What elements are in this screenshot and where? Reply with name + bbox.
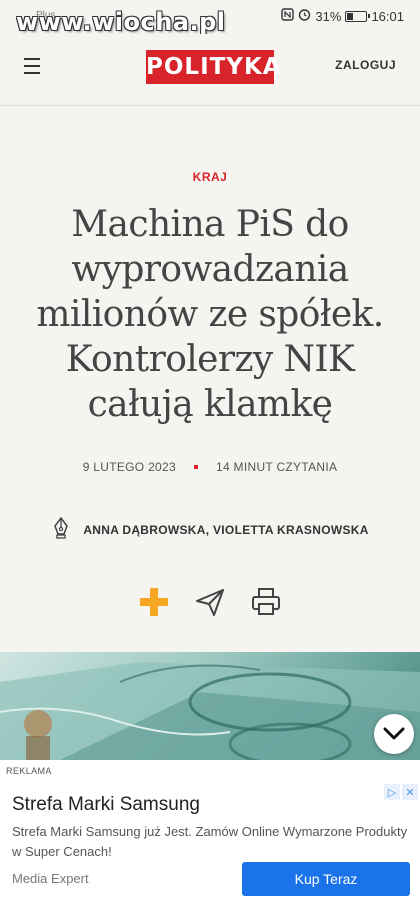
hamburger-menu-icon[interactable] <box>24 58 40 74</box>
chevron-down-icon[interactable] <box>374 714 414 754</box>
site-logo[interactable]: POLITYKA <box>146 50 281 84</box>
site-header: POLITYKA ZALOGUJ <box>0 34 420 106</box>
battery-percent: 31% <box>315 8 342 24</box>
article-actions <box>0 586 420 618</box>
ad-description: Strefa Marki Samsung już Jest. Zamów Onl… <box>12 824 408 859</box>
reading-time: 14 MINUT CZYTANIA <box>215 460 338 474</box>
ad-label: REKLAMA <box>6 766 52 776</box>
nfc-icon <box>281 8 295 24</box>
article-meta: 9 LUTEGO 2023 14 MINUT CZYTANIA <box>0 460 420 474</box>
alarm-icon <box>298 8 311 24</box>
battery-icon <box>345 10 371 22</box>
ad-title[interactable]: Strefa Marki Samsung <box>12 794 200 816</box>
advertisement[interactable]: REKLAMA ▷ ✕ Strefa Marki Samsung Strefa … <box>0 760 420 900</box>
ad-cta-button[interactable]: Kup Teraz <box>242 862 410 896</box>
share-send-icon[interactable] <box>194 586 226 618</box>
ad-controls: ▷ ✕ <box>384 784 418 800</box>
ad-advertiser: Media Expert <box>12 871 89 886</box>
pen-nib-icon <box>51 516 71 543</box>
ad-close-icon[interactable]: ✕ <box>402 784 418 800</box>
publish-date: 9 LUTEGO 2023 <box>82 460 176 474</box>
ad-info-icon[interactable]: ▷ <box>384 784 400 800</box>
login-button[interactable]: ZALOGUJ <box>335 58 396 72</box>
author-names[interactable]: ANNA DĄBROWSKA, VIOLETTA KRASNOWSKA <box>83 523 368 537</box>
category-link[interactable]: KRAJ <box>0 170 420 184</box>
clock: 16:01 <box>371 8 404 24</box>
watermark: www.wiocha.pl <box>16 8 226 36</box>
status-icons: 31% 16:01 <box>281 8 404 24</box>
hero-image <box>0 652 420 760</box>
print-icon[interactable] <box>250 586 282 618</box>
article-title: Machina PiS do wyprowadzania milionów ze… <box>36 204 384 425</box>
add-plus-icon[interactable] <box>138 586 170 618</box>
battery-fill <box>347 12 353 20</box>
article-authors: ANNA DĄBROWSKA, VIOLETTA KRASNOWSKA <box>0 516 420 543</box>
banknote-illustration <box>0 662 420 760</box>
meta-separator <box>193 465 198 469</box>
